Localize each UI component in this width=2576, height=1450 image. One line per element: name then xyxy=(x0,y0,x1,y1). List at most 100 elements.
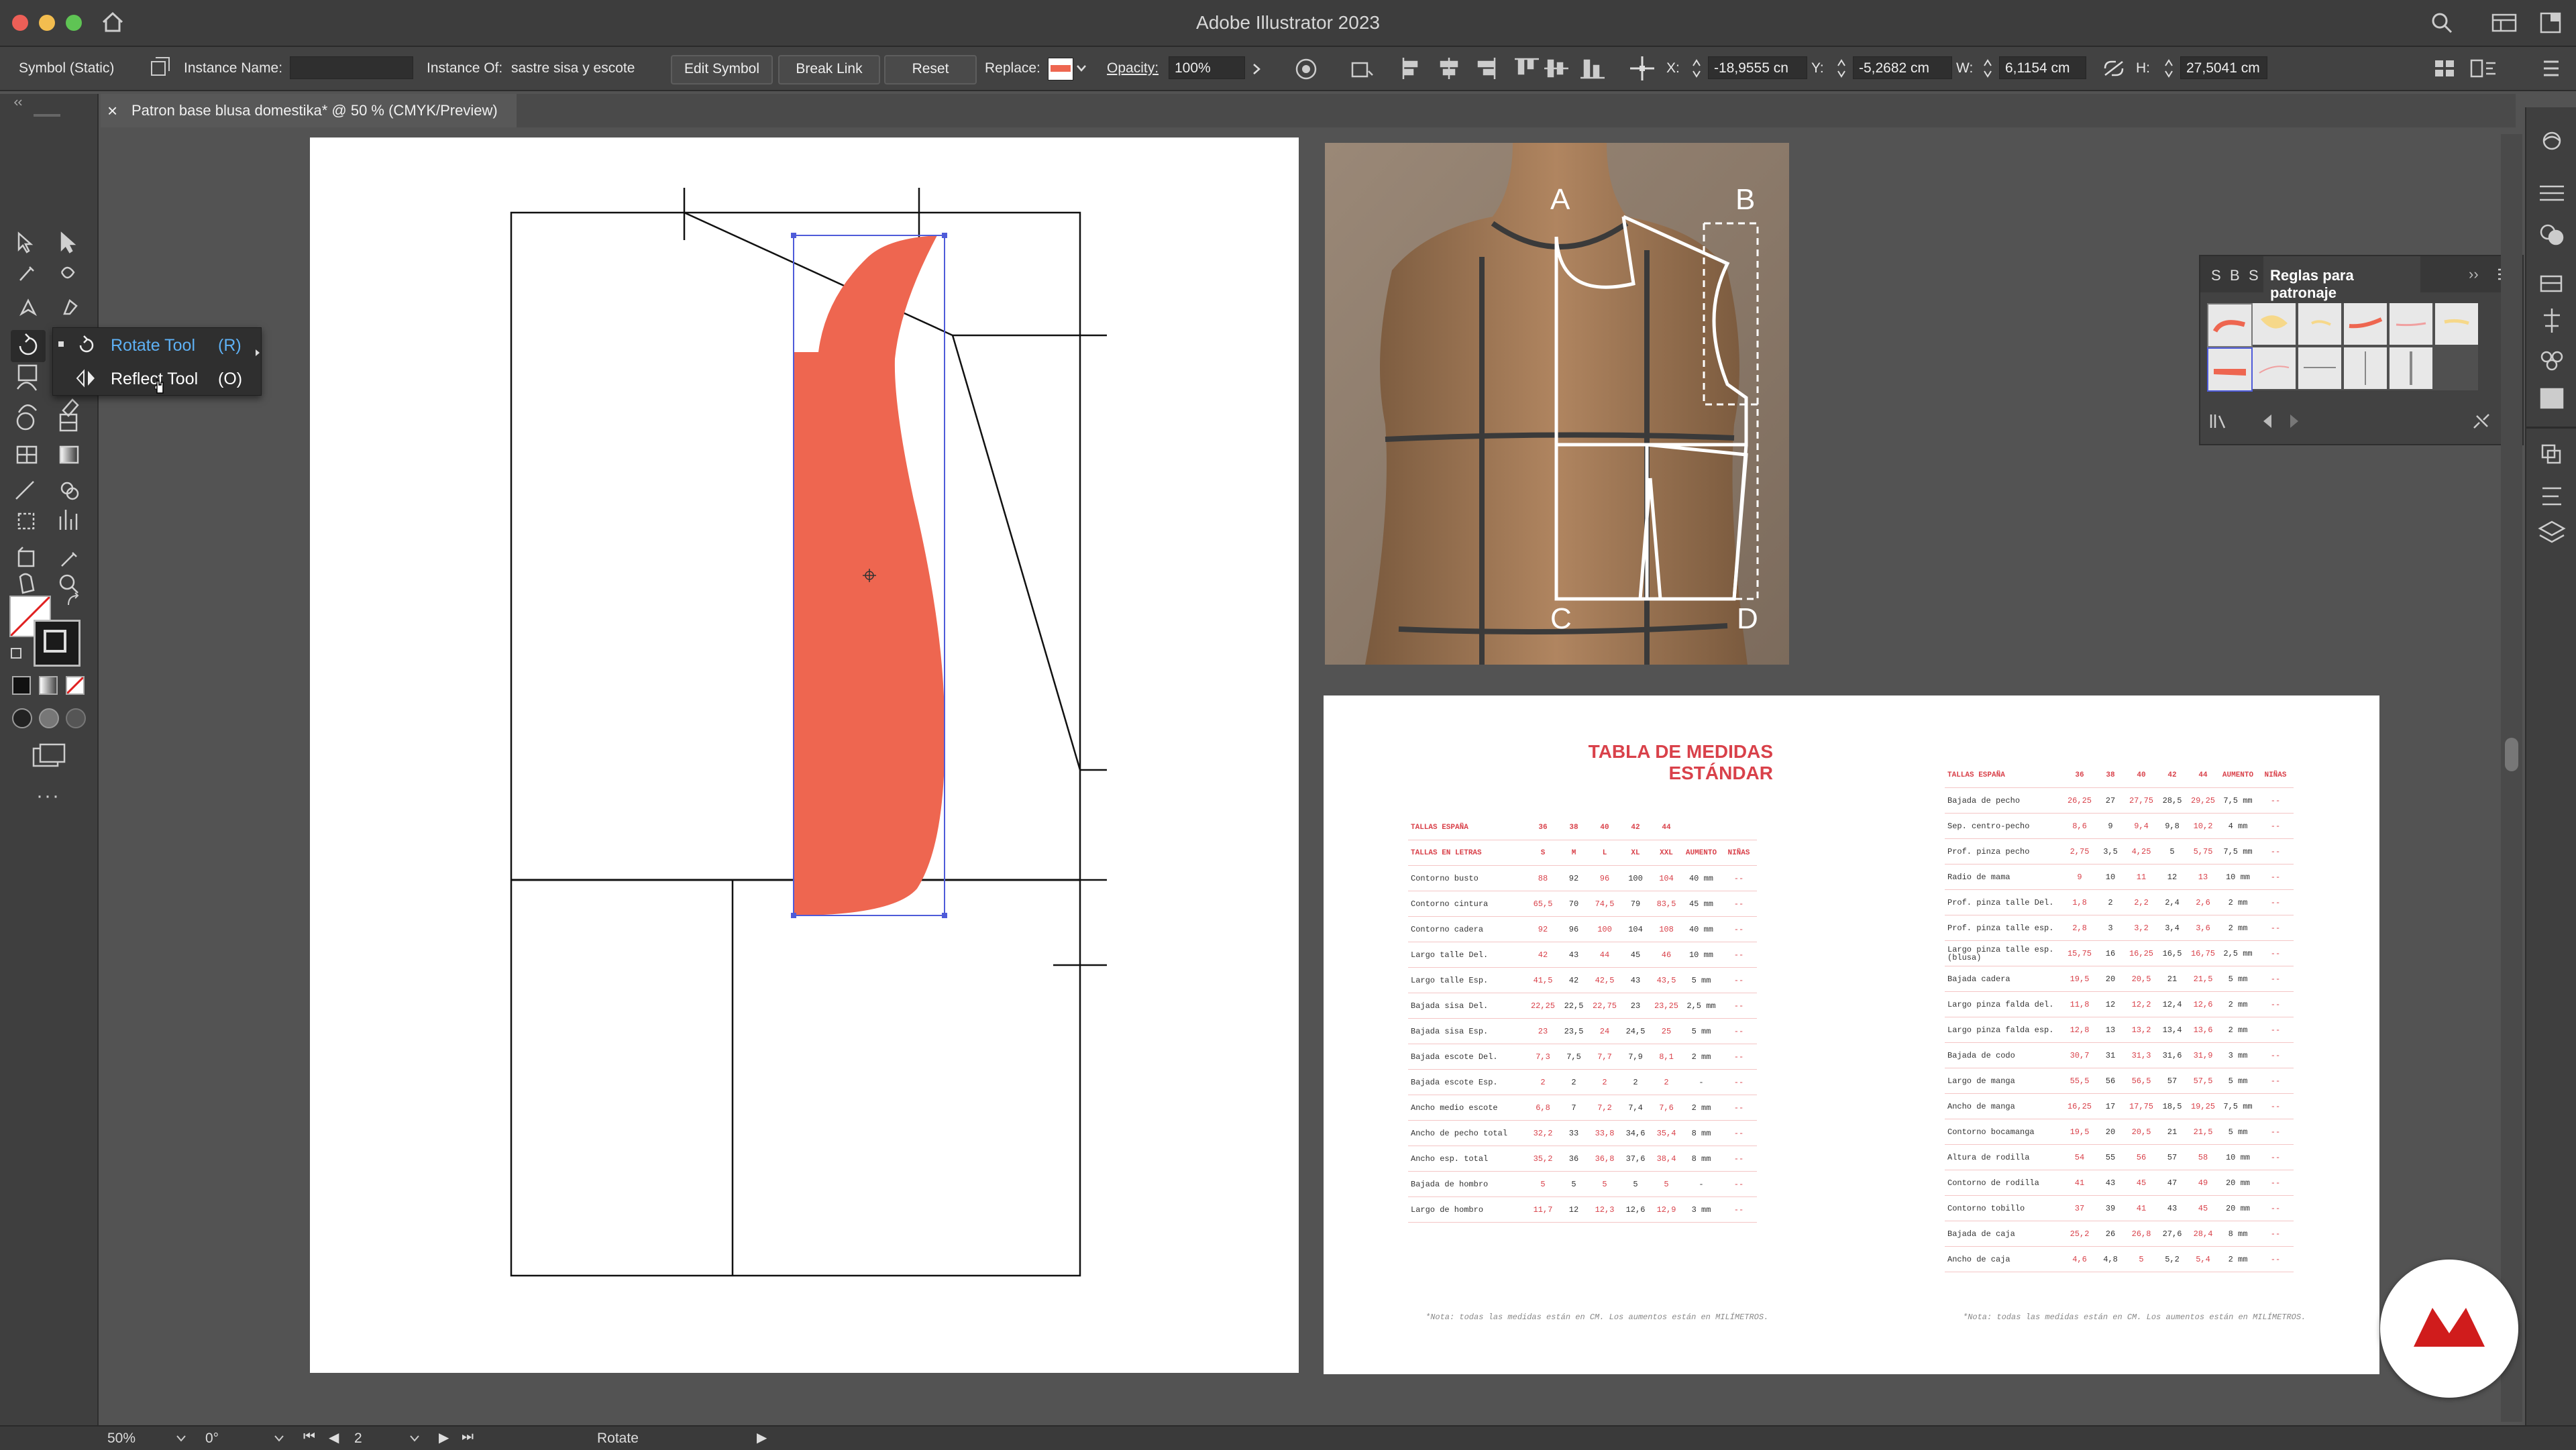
next-artboard-button[interactable]: ▶ xyxy=(439,1429,449,1446)
chevron-right-icon[interactable] xyxy=(1252,63,1261,75)
status-menu-arrow[interactable]: ▶ xyxy=(757,1429,767,1446)
table-cell: 10 mm xyxy=(2218,864,2257,890)
workspace-switcher-icon[interactable] xyxy=(2491,13,2517,32)
table-cell: 20,5 xyxy=(2126,966,2157,992)
mannequin-photo[interactable]: A B C D xyxy=(1325,143,1789,665)
previous-library-icon[interactable] xyxy=(2261,413,2274,429)
arrange-documents-icon[interactable] xyxy=(2540,12,2561,34)
symbol-thumb[interactable] xyxy=(2344,347,2387,389)
rotation-value[interactable]: 0° xyxy=(205,1431,219,1447)
row-label: Ancho medio escote xyxy=(1408,1095,1527,1121)
table-cell: -- xyxy=(1721,1018,1757,1044)
symbol-thumb[interactable] xyxy=(2298,347,2341,389)
artboard-measurements[interactable]: TABLA DE MEDIDAS ESTÁNDAR TALLAS ESPAÑA 3… xyxy=(1324,695,2379,1374)
flyout-item-rotate[interactable]: Rotate Tool (R) xyxy=(53,328,261,361)
opacity-input[interactable]: 100% xyxy=(1169,56,1245,79)
replace-symbol-swatch[interactable] xyxy=(1048,58,1073,80)
color-mode-button[interactable] xyxy=(12,676,31,695)
w-input[interactable]: 6,1154 cm xyxy=(1999,56,2086,79)
panel-tab-2[interactable]: B xyxy=(2230,267,2240,284)
reset-button[interactable]: Reset xyxy=(884,55,977,85)
vertical-scroll-thumb[interactable] xyxy=(2505,738,2518,771)
zoom-level[interactable]: 50% xyxy=(107,1431,136,1447)
table-cell: 17,75 xyxy=(2126,1093,2157,1119)
table-cell: 35,4 xyxy=(1651,1120,1682,1146)
control-bar-menu-icon[interactable] xyxy=(2541,56,2561,80)
table-row: Altura de rodilla 54 55 56 57 58 10 mm -- xyxy=(1945,1144,2294,1170)
symbol-libraries-icon[interactable] xyxy=(2208,412,2235,431)
swap-fill-stroke-icon[interactable] xyxy=(64,592,83,610)
break-link-icon[interactable] xyxy=(2471,412,2491,431)
y-input[interactable]: -5,2682 cm xyxy=(1853,56,1952,79)
panel-tab-1[interactable]: S xyxy=(2211,267,2221,284)
symbol-thumb-selected[interactable] xyxy=(2207,347,2253,392)
draw-behind-button[interactable] xyxy=(39,708,59,728)
panel-tab-active[interactable]: Reglas para patronaje xyxy=(2263,256,2420,301)
table-row: Bajada de hombro 5 5 5 5 5- -- xyxy=(1408,1171,1757,1197)
reference-point-icon[interactable] xyxy=(1629,55,1656,82)
edit-symbol-button[interactable]: Edit Symbol xyxy=(671,55,773,85)
first-artboard-button[interactable]: ⏮ xyxy=(303,1429,315,1445)
table-cell: 100 xyxy=(1589,916,1620,942)
last-artboard-button[interactable]: ⏭ xyxy=(462,1429,474,1445)
chevron-down-icon[interactable] xyxy=(1076,64,1087,72)
constrain-proportions-icon[interactable] xyxy=(2102,59,2125,78)
artboard-number[interactable]: 2 xyxy=(354,1431,362,1447)
document-tab[interactable]: × Patron base blusa domestika* @ 50 % (C… xyxy=(101,94,517,127)
screen-mode-icon[interactable] xyxy=(31,743,66,770)
draw-normal-button[interactable] xyxy=(12,708,32,728)
transform-icon[interactable] xyxy=(1348,58,1375,80)
vertical-scrollbar[interactable] xyxy=(2501,134,2522,1422)
h-input[interactable]: 27,5041 cm xyxy=(2180,56,2267,79)
instance-name-input[interactable] xyxy=(290,56,413,79)
search-icon[interactable] xyxy=(2430,11,2454,35)
none-mode-button[interactable] xyxy=(66,676,85,695)
row-label: Prof. pinza talle esp. xyxy=(1945,915,2064,941)
symbol-thumb[interactable] xyxy=(2390,303,2432,345)
symbol-thumbnails xyxy=(2207,303,2478,392)
symbol-thumb[interactable] xyxy=(2435,303,2478,345)
table-cell: 3,6 xyxy=(2188,915,2218,941)
x-input[interactable]: -18,9555 cn xyxy=(1708,56,1807,79)
table-cell: -- xyxy=(2257,1068,2294,1094)
next-library-icon[interactable] xyxy=(2288,413,2301,429)
tearoff-arrow-icon[interactable] xyxy=(254,348,261,357)
zoom-dropdown-icon[interactable] xyxy=(176,1435,186,1443)
panel-collapse-button[interactable]: ›› xyxy=(2469,266,2479,283)
table-cell: 12 xyxy=(2095,991,2126,1017)
h-stepper-icon[interactable] xyxy=(2164,58,2174,79)
w-stepper-icon[interactable] xyxy=(1983,58,1992,79)
x-stepper-icon[interactable] xyxy=(1692,58,1701,79)
collapse-arrows-icon[interactable] xyxy=(13,98,80,107)
edit-toolbar-icon[interactable]: ··· xyxy=(36,785,60,807)
gradient-mode-button[interactable] xyxy=(39,676,58,695)
panel-tab-3[interactable]: S xyxy=(2249,267,2259,284)
align-icons[interactable] xyxy=(1401,56,1542,80)
rotate-tool-button[interactable] xyxy=(11,330,46,362)
rotation-dropdown-icon[interactable] xyxy=(274,1435,284,1443)
dock-icons[interactable] xyxy=(2526,107,2576,577)
stroke-swatch[interactable] xyxy=(34,620,80,667)
close-tab-button[interactable]: × xyxy=(107,94,117,127)
draw-inside-button[interactable] xyxy=(66,708,86,728)
symbol-thumb[interactable] xyxy=(2253,347,2296,389)
break-link-button[interactable]: Break Link xyxy=(778,55,880,85)
table-cell: 43 xyxy=(2095,1170,2126,1196)
table-cell: 7,5 mm xyxy=(2218,838,2257,865)
previous-artboard-button[interactable]: ◀ xyxy=(329,1429,339,1446)
arrange-panel-icon[interactable] xyxy=(2434,58,2455,79)
symbol-thumb[interactable] xyxy=(2344,303,2387,345)
symbol-thumb[interactable] xyxy=(2298,303,2341,345)
recolor-artwork-icon[interactable] xyxy=(1295,58,1318,80)
panel-options-icon[interactable] xyxy=(2470,56,2500,80)
symbol-thumb[interactable] xyxy=(2390,347,2432,389)
table-cell: 12,6 xyxy=(1620,1196,1651,1223)
align-vertical-icons[interactable] xyxy=(1543,56,1610,80)
symbol-thumb[interactable] xyxy=(2207,303,2253,347)
symbol-thumb[interactable] xyxy=(2253,303,2296,345)
artboard-pattern[interactable] xyxy=(310,137,1299,1373)
y-stepper-icon[interactable] xyxy=(1837,58,1846,79)
artboard-dropdown-icon[interactable] xyxy=(409,1435,420,1443)
table-cell: -- xyxy=(2257,813,2294,839)
default-colors-icon[interactable] xyxy=(11,648,21,659)
